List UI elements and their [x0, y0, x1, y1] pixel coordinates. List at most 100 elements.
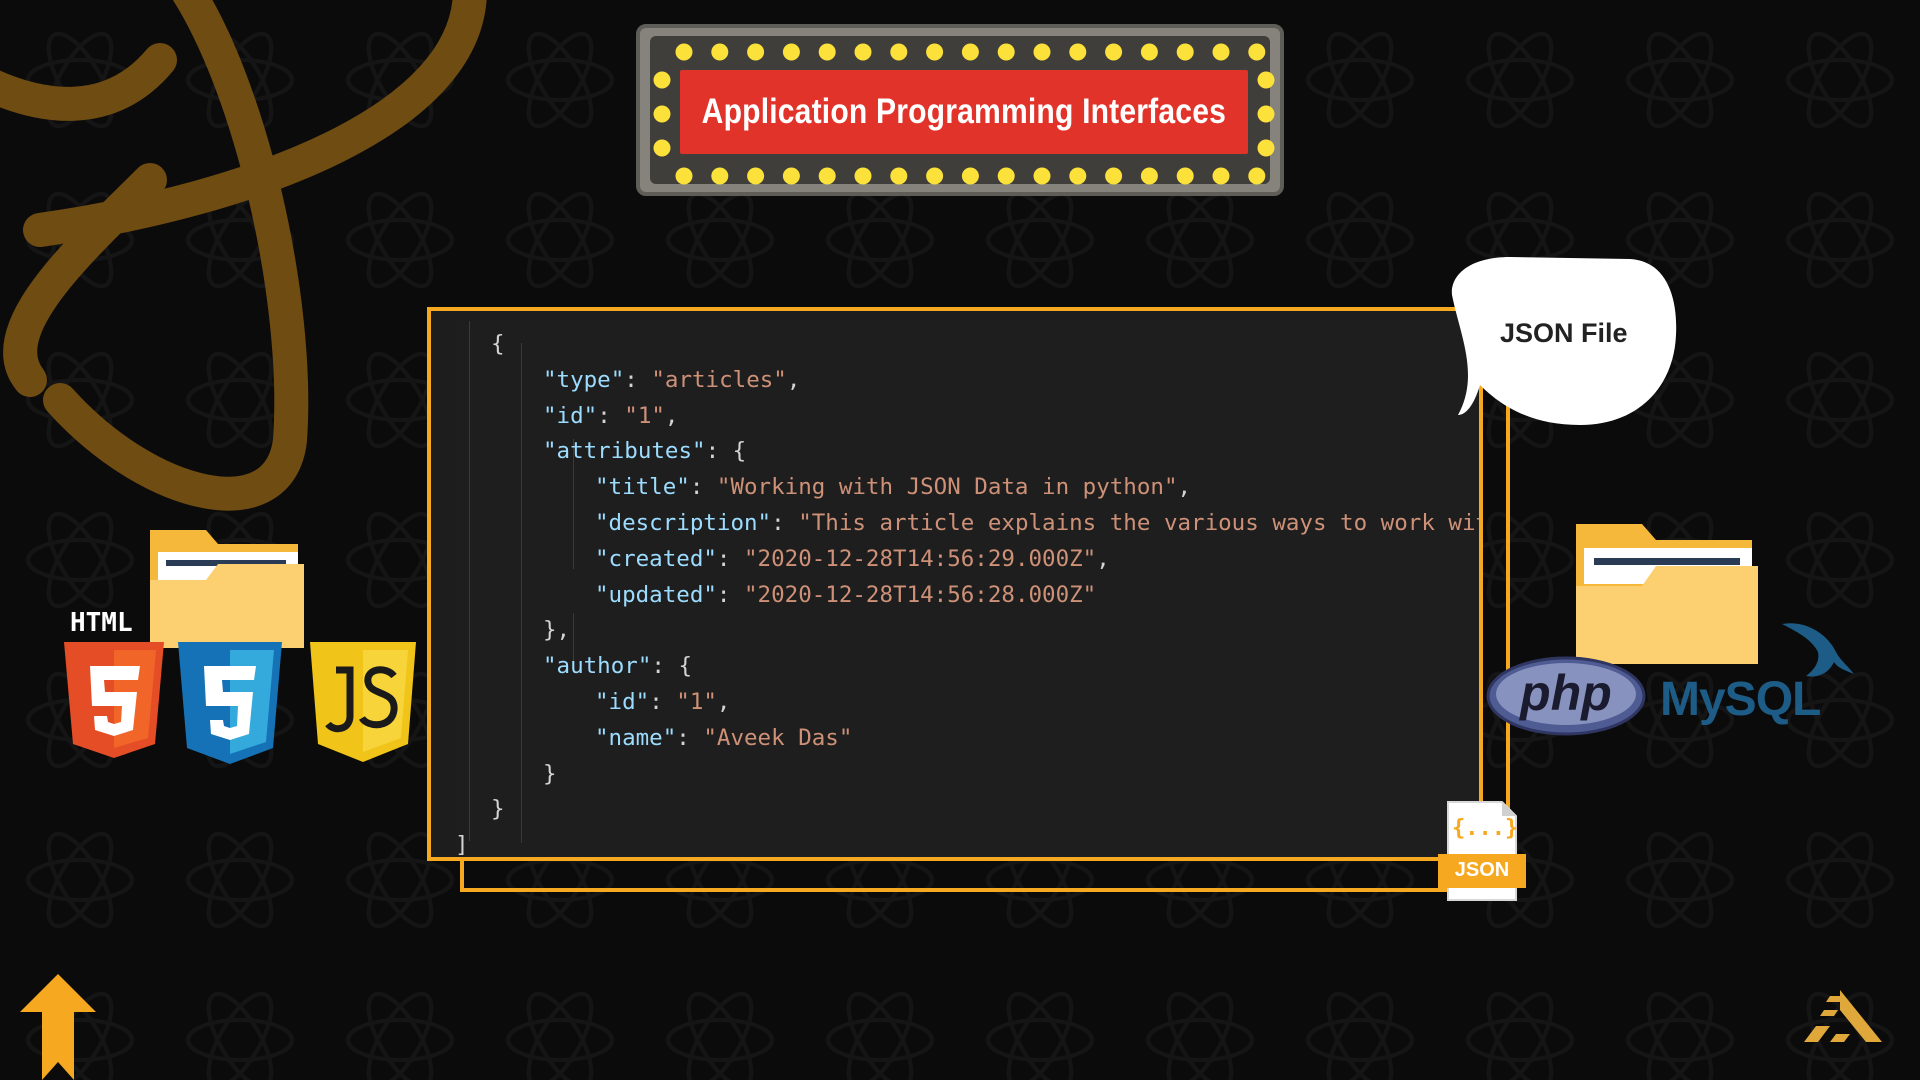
code-line: "name": "Aveek Das"	[595, 725, 852, 751]
indent-guide	[469, 321, 470, 841]
json-punctuation: :	[649, 689, 677, 715]
json-punctuation: ,	[716, 689, 731, 715]
json-key: "type"	[543, 366, 625, 393]
marquee-sign: Application Programming Interfaces	[636, 24, 1284, 196]
code-line: "description": "This article explains th…	[595, 510, 1479, 536]
json-code-window: {"type": "articles", "id": "1", "attribute…	[427, 307, 1483, 861]
json-braces-icon: {...}	[1452, 816, 1519, 841]
marquee-bulb	[1105, 43, 1123, 61]
marquee-bulb	[890, 167, 908, 185]
marquee-bulb	[1212, 167, 1230, 185]
marquee-bulb	[1212, 43, 1230, 61]
json-punctuation: ,	[786, 366, 801, 393]
json-string: "2020-12-28T14:56:28.000Z"	[744, 581, 1097, 608]
marquee-bulb	[653, 139, 671, 157]
json-punctuation: :	[676, 724, 704, 751]
marquee-bulb	[1033, 43, 1051, 61]
json-key: "name"	[595, 724, 677, 751]
json-punctuation: :	[771, 510, 799, 536]
marquee-bulb	[997, 43, 1015, 61]
marquee-bulb	[854, 43, 872, 61]
code-line: "type": "articles",	[543, 367, 800, 393]
json-badge-label: JSON	[1454, 859, 1510, 881]
code-line: "title": "Working with JSON Data in pyth…	[595, 474, 1191, 500]
marquee-bulb	[818, 43, 836, 61]
marquee-bulb	[961, 43, 979, 61]
json-key: "description"	[595, 510, 772, 536]
json-key: "created"	[595, 545, 717, 572]
json-punctuation: : {	[651, 653, 693, 680]
json-string: "1"	[624, 402, 665, 429]
json-key: "updated"	[595, 581, 717, 608]
code-line: "author": {	[543, 653, 692, 679]
folder-icon	[150, 530, 304, 648]
json-key: "id"	[543, 402, 598, 429]
json-string: "articles"	[651, 366, 787, 393]
marquee-bulb	[1257, 139, 1275, 157]
code-line: {	[491, 331, 505, 357]
code-line: }	[543, 761, 557, 787]
marquee-bulb	[675, 167, 693, 185]
marquee-bulb	[782, 167, 800, 185]
json-punctuation: ,	[1096, 545, 1110, 572]
json-key: "title"	[595, 474, 690, 501]
json-string: "2020-12-28T14:56:29.000Z"	[744, 545, 1097, 572]
json-string: "Working with JSON Data in python"	[716, 474, 1178, 501]
html-label: HTML	[70, 608, 133, 638]
folder-icon-right	[1576, 524, 1758, 664]
mysql-text: MySQL	[1660, 673, 1821, 726]
marquee-bulb	[1257, 105, 1275, 123]
marquee-bulb	[926, 167, 944, 185]
brand-logo	[1804, 990, 1882, 1042]
marquee-bulb	[711, 167, 729, 185]
css3-icon	[178, 642, 282, 764]
json-punctuation: :	[689, 474, 717, 501]
marquee-bulb	[747, 43, 765, 61]
mysql-logo: MySQL	[1660, 672, 1821, 727]
marquee-bulb	[1105, 167, 1123, 185]
json-punctuation: ]	[455, 832, 469, 859]
code-line: "id": "1",	[543, 403, 678, 429]
marquee-bulb	[961, 167, 979, 185]
bubble-label: JSON File	[1500, 318, 1628, 348]
up-arrow-icon	[20, 974, 96, 1080]
json-punctuation: :	[624, 366, 652, 393]
marquee-bulb	[1176, 167, 1194, 185]
page-title: Application Programming Interfaces	[701, 92, 1227, 131]
code-line: ]	[455, 832, 469, 859]
marquee-bulb	[653, 105, 671, 123]
json-string: "1"	[676, 689, 717, 715]
php-text: php	[1518, 665, 1612, 721]
json-punctuation: :	[716, 545, 745, 572]
json-punctuation: {	[491, 331, 505, 357]
json-punctuation: ,	[664, 402, 679, 429]
marquee-bulb	[818, 167, 836, 185]
marquee-bulb	[1257, 71, 1275, 89]
marquee-bulb	[926, 43, 944, 61]
html5-icon	[64, 642, 164, 758]
marquee-bulb	[854, 167, 872, 185]
code-editor: {"type": "articles", "id": "1", "attribute…	[455, 321, 1479, 857]
marquee-bulb	[1248, 43, 1266, 61]
marquee-bulb	[1033, 167, 1051, 185]
marquee-bulb	[747, 167, 765, 185]
code-line: "created": "2020-12-28T14:56:29.000Z",	[595, 546, 1110, 572]
marquee-bulb	[1140, 167, 1158, 185]
css-label: CSS	[198, 608, 245, 638]
marquee-bulb	[782, 43, 800, 61]
json-punctuation: :	[597, 402, 625, 429]
json-key: "attributes"	[543, 438, 706, 465]
json-punctuation: }	[543, 760, 557, 787]
marquee-bulb	[675, 43, 693, 61]
code-line: },	[543, 617, 570, 643]
marquee-bulb	[1069, 167, 1087, 185]
marquee-bulb	[653, 71, 671, 89]
code-line: }	[491, 796, 505, 822]
marquee-bulb	[997, 167, 1015, 185]
marquee-banner: Application Programming Interfaces	[680, 70, 1248, 154]
javascript-icon	[310, 642, 416, 762]
marquee-bulb	[1069, 43, 1087, 61]
marquee-bulb	[1140, 43, 1158, 61]
json-string: "Aveek Das"	[703, 724, 853, 751]
json-punctuation: :	[716, 581, 745, 608]
